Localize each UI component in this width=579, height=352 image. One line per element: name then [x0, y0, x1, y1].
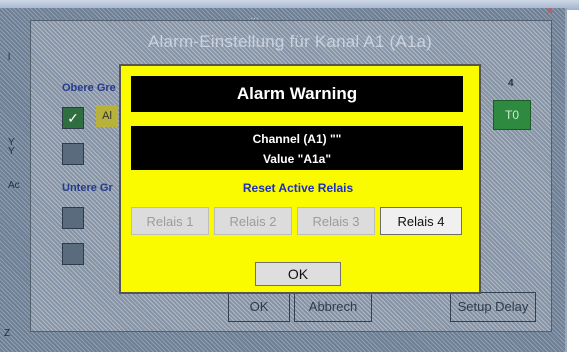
relais-1-button[interactable]: Relais 1	[131, 207, 209, 235]
background-ok-button[interactable]: OK	[228, 292, 290, 322]
background-window-title: Alarm-Einstellung für Kanal A1 (A1a)	[147, 32, 433, 51]
upper-secondary-checkbox[interactable]	[62, 143, 84, 165]
upper-alarm-indicator: Al	[96, 105, 118, 127]
alarm-info-panel: Channel (A1) "" Value "A1a"	[131, 126, 463, 170]
ok-button[interactable]: OK	[255, 262, 341, 286]
channel-line: Channel (A1) ""	[252, 132, 342, 146]
setup-delay-button[interactable]: Setup Delay	[450, 292, 536, 322]
side-glyph-2: Y Y	[8, 137, 15, 157]
dialog-title: Alarm Warning	[131, 76, 463, 112]
relay-status-button[interactable]: T0	[493, 100, 531, 130]
value-line: Value "A1a"	[262, 152, 332, 166]
relais-3-button[interactable]: Relais 3	[297, 207, 375, 235]
upper-limit-checkbox[interactable]: ✓	[62, 107, 84, 129]
alarm-warning-dialog: Alarm Warning Channel (A1) "" Value "A1a…	[119, 64, 481, 294]
upper-limit-label: Obere Gre	[62, 82, 116, 94]
lower-limit-checkbox[interactable]	[62, 207, 84, 229]
relay-column-number: 4	[508, 78, 514, 89]
relais-2-button[interactable]: Relais 2	[214, 207, 292, 235]
lower-limit-label: Untere Gr	[62, 182, 113, 194]
background-clock: ...	[250, 10, 260, 22]
side-glyph-4: Z	[4, 328, 11, 339]
reset-relais-label: Reset Active Relais	[242, 181, 354, 195]
background-close-icon[interactable]: ×	[547, 6, 553, 17]
relais-4-button[interactable]: Relais 4	[380, 207, 462, 235]
side-glyph-1: l	[8, 52, 11, 63]
side-glyph-3: Ac	[8, 180, 20, 191]
background-cancel-button[interactable]: Abbrech	[294, 292, 372, 322]
lower-secondary-checkbox[interactable]	[62, 243, 84, 265]
